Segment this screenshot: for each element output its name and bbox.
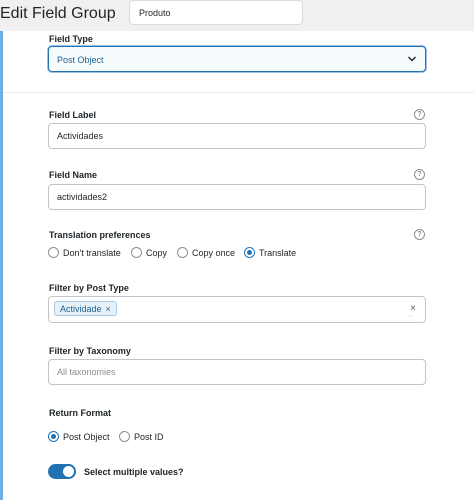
field-type-select[interactable]: Post Object — [48, 46, 426, 72]
field-group-title-input[interactable] — [129, 0, 303, 25]
dropdown-dots-icon: ·· — [408, 313, 415, 320]
translation-preferences-label: Translation preferences — [49, 230, 151, 240]
field-type-value: Post Object — [57, 55, 104, 65]
field-settings-panel — [0, 31, 474, 500]
filter-taxonomy-label: Filter by Taxonomy — [49, 346, 131, 356]
select-multiple-label: Select multiple values? — [84, 467, 184, 477]
radio-label: Don't translate — [63, 247, 121, 258]
filter-taxonomy-select[interactable] — [48, 359, 426, 385]
toggle-knob — [63, 466, 74, 477]
radio-dont-translate[interactable]: Don't translate — [48, 247, 121, 258]
radio-label: Copy once — [192, 247, 236, 258]
radio-copy[interactable]: Copy — [131, 247, 167, 258]
radio-post-id[interactable]: Post ID — [119, 431, 164, 442]
return-format-label: Return Format — [49, 408, 112, 418]
filter-post-type-select[interactable]: Actividade × × ·· — [48, 296, 426, 323]
field-name-label: Field Name — [49, 170, 98, 180]
radio-circle[interactable] — [131, 247, 142, 258]
radio-translate[interactable]: Translate — [244, 247, 296, 258]
field-label-label: Field Label — [49, 110, 97, 120]
radio-copy-once[interactable]: Copy once — [177, 247, 235, 258]
radio-label: Copy — [146, 247, 168, 258]
radio-label: Post ID — [134, 431, 164, 442]
radio-circle[interactable] — [177, 247, 188, 258]
select-multiple-toggle[interactable] — [48, 464, 76, 479]
page-title: Edit Field Group — [0, 5, 116, 22]
help-icon[interactable]: ? — [414, 109, 425, 120]
section-divider — [3, 92, 474, 93]
top-bar: Edit Field Group — [0, 0, 474, 31]
tag-remove-icon[interactable]: × — [106, 304, 111, 314]
radio-circle[interactable] — [119, 431, 130, 442]
radio-post-object[interactable]: Post Object — [48, 431, 110, 442]
field-type-label: Field Type — [49, 34, 93, 44]
field-name-input[interactable] — [48, 184, 426, 210]
filter-post-type-label: Filter by Post Type — [49, 283, 129, 293]
field-label-input[interactable] — [48, 123, 426, 149]
post-type-tag: Actividade × — [54, 301, 117, 316]
help-icon[interactable]: ? — [414, 229, 425, 240]
field-accent-bar — [0, 31, 3, 500]
radio-circle-checked[interactable] — [48, 431, 59, 442]
radio-label: Translate — [259, 247, 297, 258]
chevron-down-icon — [408, 56, 416, 62]
radio-circle-checked[interactable] — [244, 247, 255, 258]
radio-label: Post Object — [63, 431, 110, 442]
tag-label: Actividade — [60, 303, 102, 314]
radio-circle[interactable] — [48, 247, 59, 258]
help-icon[interactable]: ? — [414, 169, 425, 180]
